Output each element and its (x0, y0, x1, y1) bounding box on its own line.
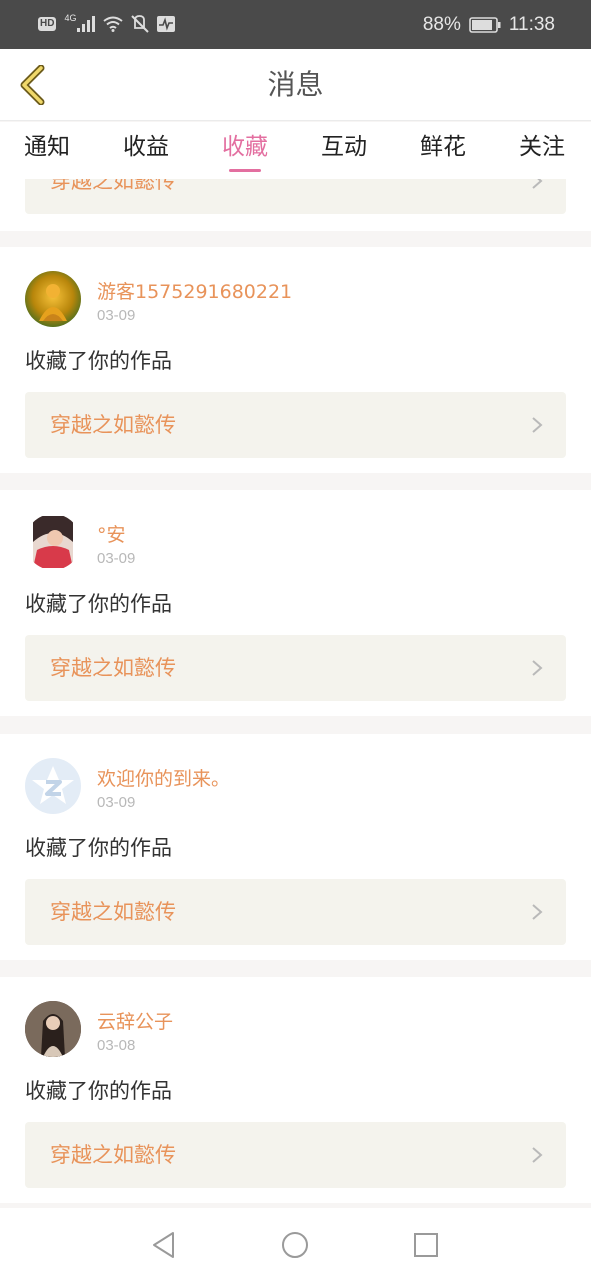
date: 03-09 (97, 307, 136, 324)
status-icons-right: 88% 11:38 (423, 12, 555, 38)
message-list[interactable]: 穿越之如懿传 游客1575291680221 03-09 收藏了你的作品 穿越之… (0, 179, 591, 1208)
tab-bar: 通知 收益 收藏 互动 鲜花 关注 (0, 122, 591, 179)
network-type: 4G (64, 13, 77, 23)
chevron-left-icon (20, 65, 45, 105)
tab-label: 互动 (321, 134, 367, 160)
back-button[interactable] (10, 63, 54, 107)
wifi-icon (103, 16, 124, 32)
chevron-right-icon (532, 179, 543, 189)
list-item: 游客1575291680221 03-09 收藏了你的作品 穿越之如懿传 (0, 247, 591, 473)
clock: 11:38 (508, 14, 555, 35)
list-item: 欢迎你的到来。 03-09 收藏了你的作品 穿越之如懿传 (0, 734, 591, 960)
nav-home-button[interactable] (280, 1230, 310, 1260)
tab-earnings[interactable]: 收益 (101, 122, 191, 179)
tab-label: 收藏 (222, 134, 268, 160)
work-title: 穿越之如懿传 (50, 656, 176, 680)
system-nav-bar (0, 1208, 591, 1280)
status-icons-left: HD 4G (38, 13, 176, 34)
tab-label: 关注 (519, 134, 565, 160)
status-bar: HD 4G 88% 11:38 (0, 0, 591, 49)
avatar[interactable] (25, 1001, 81, 1057)
date: 03-08 (97, 1037, 136, 1054)
username[interactable]: 游客1575291680221 (97, 277, 292, 304)
list-item: °安 03-09 收藏了你的作品 穿越之如懿传 (0, 490, 591, 716)
tab-notifications[interactable]: 通知 (2, 122, 92, 179)
work-link[interactable]: 穿越之如懿传 (25, 1122, 566, 1188)
work-title: 穿越之如懿传 (50, 1143, 176, 1167)
tab-label: 收益 (123, 134, 169, 160)
work-link[interactable]: 穿越之如懿传 (25, 179, 566, 214)
action-text: 收藏了你的作品 (25, 1079, 172, 1103)
work-title: 穿越之如懿传 (50, 900, 176, 924)
nav-recents-button[interactable] (411, 1230, 441, 1260)
chevron-right-icon (532, 660, 543, 676)
date: 03-09 (97, 550, 136, 567)
chevron-right-icon (532, 904, 543, 920)
action-text: 收藏了你的作品 (25, 836, 172, 860)
triangle-back-icon (153, 1232, 174, 1258)
active-tab-indicator (229, 169, 261, 172)
tab-favorites[interactable]: 收藏 (200, 122, 290, 179)
avatar[interactable] (25, 514, 81, 570)
work-title: 穿越之如懿传 (50, 413, 176, 437)
avatar[interactable] (25, 758, 81, 814)
action-text: 收藏了你的作品 (25, 592, 172, 616)
list-item-partial: 穿越之如懿传 (0, 179, 591, 231)
nav-back-button[interactable] (149, 1230, 179, 1260)
tab-follows[interactable]: 关注 (497, 122, 587, 179)
username[interactable]: 欢迎你的到来。 (97, 764, 230, 791)
nav-bar: 消息 (0, 49, 591, 121)
action-text: 收藏了你的作品 (25, 349, 172, 373)
page-title: 消息 (267, 68, 324, 101)
work-link[interactable]: 穿越之如懿传 (25, 879, 566, 945)
work-title: 穿越之如懿传 (50, 179, 176, 193)
circle-home-icon (282, 1232, 308, 1258)
avatar[interactable] (25, 271, 81, 327)
tab-flowers[interactable]: 鲜花 (398, 122, 488, 179)
activity-icon (157, 16, 176, 32)
mute-icon (131, 15, 150, 33)
chevron-right-icon (532, 417, 543, 433)
signal-icon (77, 16, 96, 32)
square-recents-icon (414, 1233, 438, 1257)
list-item: 云辞公子 03-08 收藏了你的作品 穿越之如懿传 (0, 977, 591, 1203)
tab-label: 鲜花 (420, 134, 466, 160)
date: 03-09 (97, 794, 136, 811)
username[interactable]: °安 (97, 520, 126, 547)
battery-icon (469, 17, 501, 33)
tab-label: 通知 (24, 134, 70, 160)
work-link[interactable]: 穿越之如懿传 (25, 635, 566, 701)
battery-percent: 88% (422, 14, 461, 35)
tab-interactions[interactable]: 互动 (299, 122, 389, 179)
work-link[interactable]: 穿越之如懿传 (25, 392, 566, 458)
username[interactable]: 云辞公子 (97, 1007, 173, 1034)
chevron-right-icon (532, 1147, 543, 1163)
hd-badge: HD (38, 17, 57, 31)
